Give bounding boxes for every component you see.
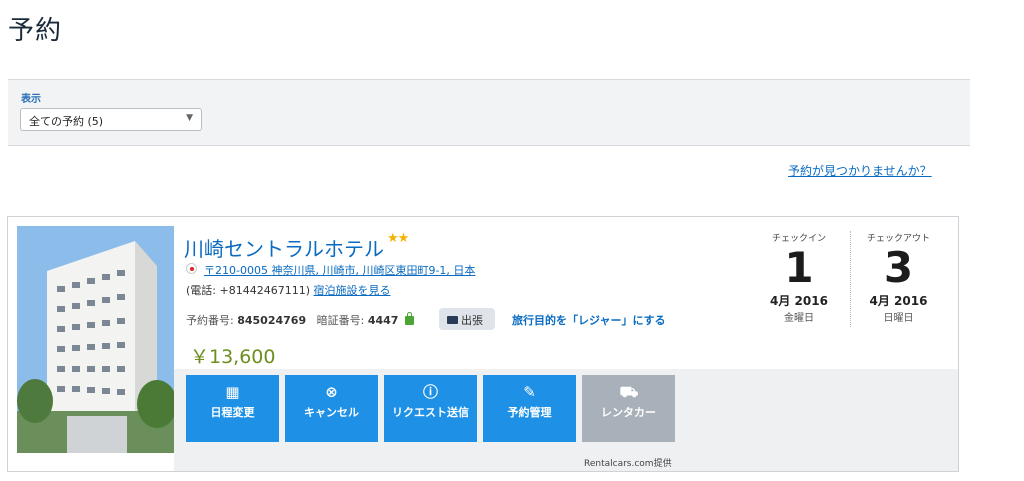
checkout-date: チェックアウト 3 4月 2016 日曜日 — [850, 231, 946, 327]
filter-bar: 表示 全ての予約 (5) ▼ — [8, 79, 970, 146]
change-dates-button[interactable]: ▦ 日程変更 — [186, 375, 279, 442]
checkout-day: 3 — [883, 243, 914, 292]
pencil-icon: ✎ — [523, 383, 536, 401]
info-icon: ⓘ — [422, 383, 438, 401]
rentalcars-credit: Rentalcars.com提供 — [584, 459, 672, 469]
rental-car-label: レンタカー — [601, 406, 656, 419]
car-icon: ⛟ — [619, 383, 639, 401]
cancel-button[interactable]: ⊗ キャンセル — [285, 375, 378, 442]
checkin-date: チェックイン 1 4月 2016 金曜日 — [756, 231, 842, 324]
checkout-month: 4月 2016 — [869, 294, 928, 308]
change-dates-label: 日程変更 — [210, 406, 255, 419]
cancel-label: キャンセル — [304, 406, 359, 419]
briefcase-icon — [447, 316, 458, 324]
booking-number-label: 予約番号: — [186, 314, 234, 327]
not-found-link[interactable]: 予約が見つかりませんか？ — [788, 162, 932, 179]
filter-selected-value: 全ての予約 (5) — [29, 115, 104, 128]
booking-number: 845024769 — [237, 314, 307, 327]
action-bar: ▦ 日程変更 ⊗ キャンセル ⓘ リクエスト送信 ✎ 予約管理 ⛟ レンタカー — [174, 369, 958, 471]
manage-booking-button[interactable]: ✎ 予約管理 — [483, 375, 576, 442]
pin-label: 暗証番号: — [316, 314, 365, 327]
hotel-photo[interactable] — [17, 226, 174, 453]
checkin-day: 1 — [784, 243, 814, 292]
checkout-weekday: 日曜日 — [883, 313, 914, 324]
manage-booking-label: 予約管理 — [507, 406, 552, 419]
send-request-button[interactable]: ⓘ リクエスト送信 — [384, 375, 477, 442]
japan-flag-icon — [186, 263, 197, 274]
booking-card: 川崎セントラルホテル ★★ 〒210-0005 神奈川県, 川崎市, 川崎区東田… — [7, 216, 959, 472]
calendar-icon: ▦ — [225, 383, 240, 401]
trip-type-badge: 出張 — [439, 308, 495, 330]
hotel-address-link[interactable]: 〒210-0005 神奈川県, 川崎市, 川崎区東田町9-1, 日本 — [204, 262, 475, 278]
trip-type-label: 出張 — [461, 314, 483, 327]
change-purpose-link[interactable]: 旅行目的を「レジャー」にする — [512, 312, 666, 328]
phone-number: (電話: +81442467111) — [186, 284, 310, 297]
view-property-link[interactable]: 宿泊施設を見る — [314, 284, 391, 297]
booking-filter-select[interactable]: 全ての予約 (5) ▼ — [20, 108, 202, 131]
phone-line: (電話: +81442467111) 宿泊施設を見る — [186, 282, 391, 298]
close-circle-icon: ⊗ — [325, 383, 338, 401]
booking-ids: 予約番号: 845024769 暗証番号: 4447 — [186, 312, 414, 328]
rental-car-button[interactable]: ⛟ レンタカー — [582, 375, 675, 442]
filter-label: 表示 — [21, 94, 41, 105]
page-title: 予約 — [8, 16, 63, 46]
pin-number: 4447 — [367, 314, 399, 327]
hotel-name-link[interactable]: 川崎セントラルホテル — [184, 233, 384, 262]
checkin-weekday: 金曜日 — [784, 313, 814, 324]
send-request-label: リクエスト送信 — [392, 406, 469, 419]
star-rating-icon: ★★ — [387, 231, 409, 246]
lock-icon — [404, 312, 414, 325]
chevron-down-icon: ▼ — [186, 113, 193, 123]
checkin-month: 4月 2016 — [770, 294, 828, 308]
booking-price: ￥13,600 — [190, 346, 276, 368]
